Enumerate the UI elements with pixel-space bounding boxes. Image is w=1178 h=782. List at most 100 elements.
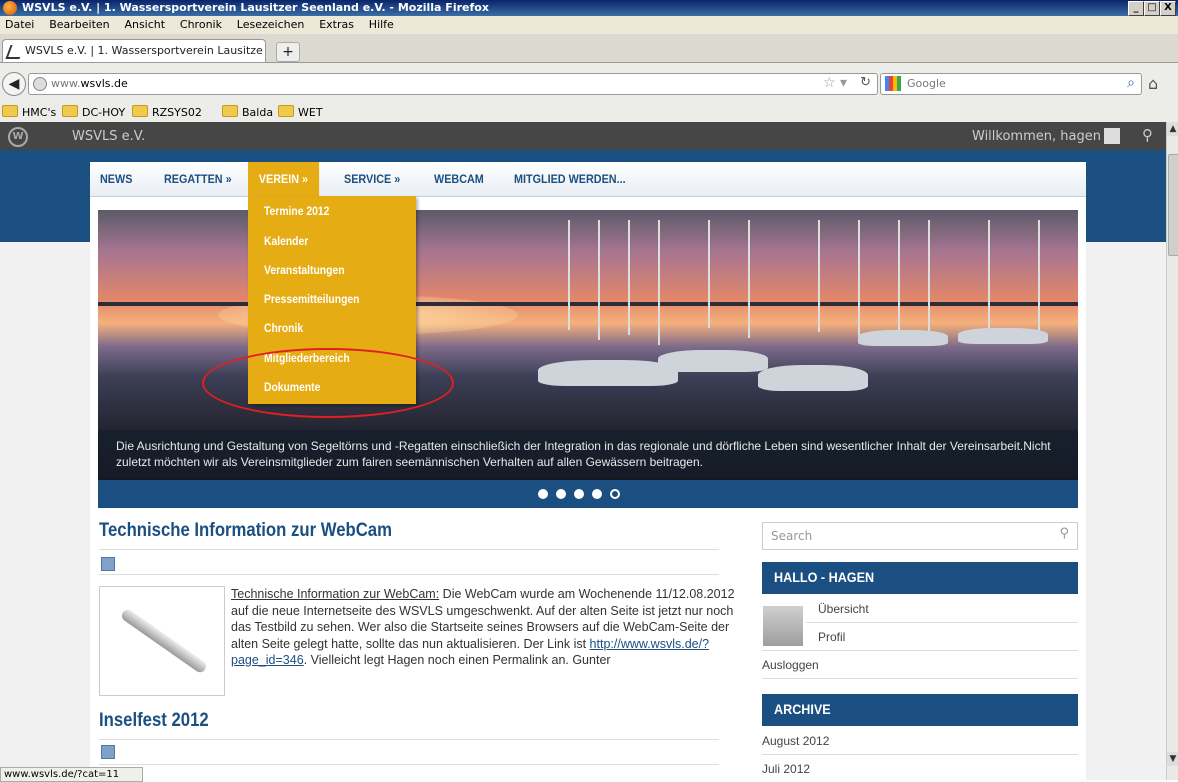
divider <box>762 678 1078 679</box>
sailboat-mast <box>818 220 820 332</box>
archive-juli-2012[interactable]: Juli 2012 <box>762 762 810 776</box>
edit-icon[interactable] <box>101 557 115 571</box>
search-icon[interactable]: ⌕ <box>1127 75 1135 91</box>
dropdown-kalender[interactable]: Kalender <box>264 236 308 248</box>
menu-hilfe[interactable]: Hilfe <box>369 18 394 31</box>
dropdown-termine[interactable]: Termine 2012 <box>264 206 329 218</box>
maximize-button[interactable]: □ <box>1144 1 1160 16</box>
post-link[interactable]: Technische Information zur WebCam: <box>231 587 439 601</box>
scroll-up-arrow[interactable]: ▲ <box>1167 122 1178 136</box>
menu-ansicht[interactable]: Ansicht <box>124 18 165 31</box>
bookmark-hmcs[interactable]: HMC's <box>2 105 56 119</box>
menu-lesezeichen[interactable]: Lesezeichen <box>237 18 305 31</box>
navigation-bar: ◀ www.wsvls.de ☆ ▾ ↻ Google ⌕ ⌂ <box>0 63 1178 101</box>
slider-pagination <box>98 480 1078 508</box>
search-placeholder: Search <box>771 529 813 543</box>
close-button[interactable]: X <box>1160 1 1176 16</box>
new-tab-button[interactable]: + <box>276 42 300 62</box>
sailboat-mast <box>708 220 710 328</box>
motorboat <box>958 328 1048 344</box>
reload-icon[interactable]: ↻ <box>860 75 871 90</box>
search-bar[interactable]: Google ⌕ <box>880 73 1142 95</box>
bookmark-dc-hoy[interactable]: DC-HOY <box>62 105 125 119</box>
menu-extras[interactable]: Extras <box>319 18 354 31</box>
menu-datei[interactable]: Datei <box>5 18 34 31</box>
nav-news[interactable]: NEWS <box>100 162 132 196</box>
slider-dot[interactable] <box>592 489 602 499</box>
highlight-ellipse <box>202 348 454 418</box>
minimize-button[interactable]: _ <box>1128 1 1144 16</box>
nav-mitglied-werden[interactable]: MITGLIED WERDEN... <box>514 162 626 196</box>
bookmark-star-icon[interactable]: ☆ ▾ <box>823 75 847 91</box>
nav-service[interactable]: SERVICE » <box>344 162 400 196</box>
scroll-down-arrow[interactable]: ▼ <box>1167 752 1178 766</box>
divider <box>762 754 1078 755</box>
folder-icon <box>278 105 294 117</box>
archive-august-2012[interactable]: August 2012 <box>762 734 829 748</box>
url-text: www.wsvls.de <box>51 77 128 90</box>
link-ausloggen[interactable]: Ausloggen <box>762 658 819 672</box>
sailboat-mast <box>748 220 750 338</box>
bookmarks-toolbar: HMC's DC-HOY RZSYS02 Balda WET <box>0 101 1178 123</box>
slider-dot-active[interactable] <box>610 489 620 499</box>
scroll-thumb[interactable] <box>1168 154 1178 256</box>
firefox-icon <box>3 1 17 15</box>
sailboat-mast <box>628 220 630 335</box>
bookmark-balda[interactable]: Balda <box>222 105 273 119</box>
motorboat <box>758 365 868 391</box>
window-title: WSVLS e.V. | 1. Wassersportverein Lausit… <box>22 1 489 14</box>
tab-wsvls[interactable]: WSVLS e.V. | 1. Wassersportverein Lausit… <box>2 39 266 62</box>
nav-regatten[interactable]: REGATTEN » <box>164 162 232 196</box>
menu-bearbeiten[interactable]: Bearbeiten <box>49 18 109 31</box>
tab-label: WSVLS e.V. | 1. Wassersportverein Lausit… <box>25 44 263 57</box>
divider <box>99 574 719 575</box>
motorboat <box>858 330 948 346</box>
post-thumbnail[interactable] <box>99 586 225 696</box>
post-title[interactable]: Technische Information zur WebCam <box>99 520 392 542</box>
slider-dot[interactable] <box>574 489 584 499</box>
admin-welcome[interactable]: Willkommen, hagen <box>972 129 1101 144</box>
menu-bar: Datei Bearbeiten Ansicht Chronik Lesezei… <box>0 16 1178 34</box>
sailboat-mast <box>658 220 660 345</box>
url-bar[interactable]: www.wsvls.de ☆ ▾ ↻ <box>28 73 878 95</box>
main-navigation: NEWS REGATTEN » VEREIN » SERVICE » WEBCA… <box>90 162 1086 197</box>
bookmark-wet[interactable]: WET <box>278 105 323 119</box>
vertical-scrollbar[interactable]: ▲ ▼ <box>1166 122 1178 780</box>
google-icon[interactable] <box>885 76 901 91</box>
dropdown-chronik[interactable]: Chronik <box>264 323 303 335</box>
sailboat-mast <box>598 220 600 340</box>
tab-bar: WSVLS e.V. | 1. Wassersportverein Lausit… <box>0 34 1178 63</box>
bookmark-rzsys02[interactable]: RZSYS02 <box>132 105 202 119</box>
nav-verein[interactable]: VEREIN » <box>248 162 319 196</box>
slider-dot[interactable] <box>538 489 548 499</box>
home-icon[interactable]: ⌂ <box>1148 74 1158 93</box>
menu-chronik[interactable]: Chronik <box>180 18 222 31</box>
dropdown-pressemitteilungen[interactable]: Pressemitteilungen <box>264 294 359 306</box>
post-title[interactable]: Inselfest 2012 <box>99 710 209 732</box>
admin-search-icon[interactable]: ⚲ <box>1142 126 1153 144</box>
search-icon[interactable]: ⚲ <box>1059 526 1069 541</box>
page-viewport: Die Ausrichtung und Gestaltung von Segel… <box>0 150 1166 780</box>
wordpress-icon[interactable]: W <box>8 127 28 147</box>
dropdown-veranstaltungen[interactable]: Veranstaltungen <box>264 265 345 277</box>
sailboat-mast <box>858 220 860 340</box>
admin-site-name[interactable]: WSVLS e.V. <box>72 129 145 144</box>
slider-dot[interactable] <box>556 489 566 499</box>
link-uebersicht[interactable]: Übersicht <box>818 602 869 616</box>
nav-webcam[interactable]: WEBCAM <box>434 162 484 196</box>
sailboat-mast <box>928 220 930 346</box>
sailboat-icon <box>5 45 25 59</box>
edit-icon[interactable] <box>101 745 115 759</box>
globe-icon <box>33 77 47 91</box>
sidebar-search-input[interactable]: Search ⚲ <box>762 522 1078 550</box>
wp-admin-bar: W WSVLS e.V. Willkommen, hagen ⚲ <box>0 122 1166 150</box>
search-engine-label: Google <box>907 77 946 90</box>
user-avatar-icon[interactable] <box>1104 128 1120 144</box>
motorboat <box>538 360 678 386</box>
divider <box>806 622 1078 623</box>
widget-archive-header: ARCHIVE <box>762 694 1078 726</box>
back-button[interactable]: ◀ <box>2 72 26 96</box>
sailboat-mast <box>988 220 990 330</box>
divider <box>99 739 719 740</box>
link-profil[interactable]: Profil <box>818 630 845 644</box>
